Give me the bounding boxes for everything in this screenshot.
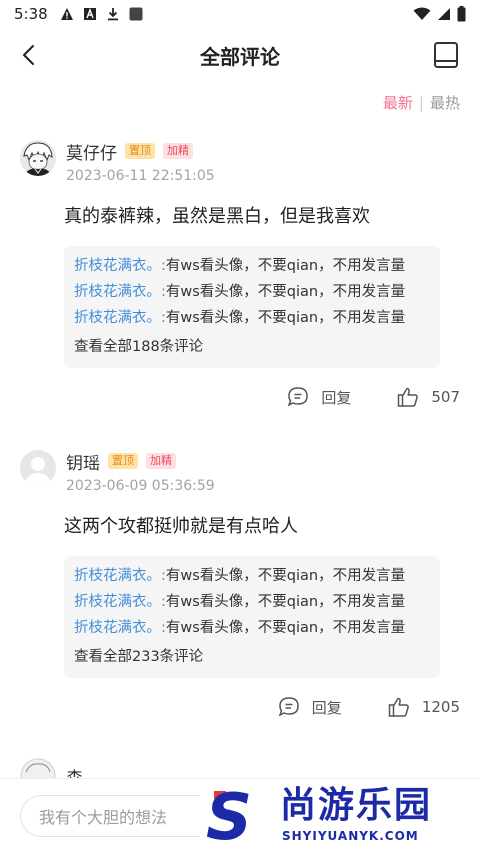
sort-newest-tab[interactable]: 最新 bbox=[383, 92, 413, 113]
reply-user-link[interactable]: 折枝花满衣。: bbox=[74, 258, 166, 274]
reply-text: 有ws看头像，不要qian，不用发言量 bbox=[165, 284, 406, 300]
warning-icon bbox=[60, 8, 73, 20]
sort-hottest-tab[interactable]: 最热 bbox=[430, 92, 460, 113]
comment-text: 这两个攻都挺帅就是有点哈人 bbox=[64, 516, 298, 537]
user-name[interactable]: 钥瑶 bbox=[66, 449, 100, 474]
wifi-icon bbox=[413, 7, 431, 20]
app-square-icon bbox=[129, 7, 143, 21]
comment-meta: 钥瑶 置顶 加精 2023-06-09 05:36:59 bbox=[66, 450, 215, 494]
avatar[interactable] bbox=[20, 450, 56, 486]
comment-header: 钥瑶 置顶 加精 2023-06-09 05:36:59 bbox=[20, 450, 215, 494]
reply-user-link[interactable]: 折枝花满衣。: bbox=[74, 620, 166, 636]
reply-preview-box[interactable]: 折枝花满衣。:有ws看头像，不要qian，不用发言量 折枝花满衣。:有ws看头像… bbox=[64, 556, 440, 678]
pinned-badge: 置顶 bbox=[108, 453, 138, 469]
thumbs-up-icon bbox=[388, 697, 409, 717]
reply-user-link[interactable]: 折枝花满衣。: bbox=[74, 284, 166, 300]
nav-bar: 全部评论 bbox=[0, 28, 480, 82]
book-icon bbox=[434, 42, 458, 68]
view-all-replies-link[interactable]: 查看全部188条评论 bbox=[74, 333, 430, 361]
thumbs-up-icon bbox=[398, 387, 419, 407]
reply-line: 折枝花满衣。:有ws看头像，不要qian，不用发言量 bbox=[74, 589, 430, 615]
comment-actions: 回复 507 bbox=[287, 386, 460, 408]
reply-button[interactable]: 回复 bbox=[278, 696, 342, 718]
system-icons bbox=[413, 6, 466, 22]
battery-icon bbox=[457, 6, 466, 22]
reply-text: 有ws看头像，不要qian，不用发言量 bbox=[165, 568, 406, 584]
sort-separator: | bbox=[418, 93, 424, 112]
reply-text: 有ws看头像，不要qian，不用发言量 bbox=[165, 310, 406, 326]
reply-label: 回复 bbox=[321, 388, 352, 407]
comment-icon bbox=[278, 697, 299, 717]
download-icon bbox=[107, 8, 118, 21]
avatar[interactable] bbox=[20, 140, 56, 176]
reply-label: 回复 bbox=[311, 698, 342, 717]
reply-user-link[interactable]: 折枝花满衣。: bbox=[74, 310, 166, 326]
reply-line: 折枝花满衣。:有ws看头像，不要qian，不用发言量 bbox=[74, 253, 430, 279]
like-button[interactable]: 1205 bbox=[388, 696, 460, 718]
comment-time: 2023-06-11 22:51:05 bbox=[66, 168, 215, 184]
user-name[interactable]: 莫仔仔 bbox=[66, 139, 117, 164]
like-button[interactable]: 507 bbox=[397, 386, 460, 408]
back-button[interactable] bbox=[14, 40, 44, 70]
page-title: 全部评论 bbox=[200, 44, 280, 69]
featured-badge: 加精 bbox=[163, 143, 193, 159]
comment-time: 2023-06-09 05:36:59 bbox=[66, 478, 215, 494]
comment-text: 真的泰裤辣，虽然是黑白，但是我喜欢 bbox=[64, 206, 370, 227]
reply-user-link[interactable]: 折枝花满衣。: bbox=[74, 594, 166, 610]
pinned-badge: 置顶 bbox=[125, 143, 155, 159]
reply-line: 折枝花满衣。:有ws看头像，不要qian，不用发言量 bbox=[74, 305, 430, 331]
comment-actions: 回复 1205 bbox=[278, 696, 460, 718]
watermark-letter: S bbox=[206, 781, 253, 854]
comment-input-bar: 我有个大胆的想法 S 尚游乐园 SHYIYUANYK.COM bbox=[0, 779, 480, 854]
comment-item: 钥瑶 置顶 加精 2023-06-09 05:36:59 这两个攻都挺帅就是有点… bbox=[0, 450, 480, 730]
comment-item: 莫仔仔 置顶 加精 2023-06-11 22:51:05 真的泰裤辣，虽然是黑… bbox=[0, 140, 480, 420]
watermark-name: 尚游乐园 bbox=[280, 785, 433, 826]
reply-text: 有ws看头像，不要qian，不用发言量 bbox=[165, 258, 406, 274]
app-a-icon bbox=[83, 8, 96, 20]
featured-badge: 加精 bbox=[146, 453, 176, 469]
sort-toggle: 最新 | 最热 bbox=[383, 92, 460, 113]
reply-preview-box[interactable]: 折枝花满衣。:有ws看头像，不要qian，不用发言量 折枝花满衣。:有ws看头像… bbox=[64, 246, 440, 368]
notification-icons bbox=[60, 7, 143, 21]
comment-header: 莫仔仔 置顶 加精 2023-06-11 22:51:05 bbox=[20, 140, 215, 184]
watermark-url: SHYIYUANYK.COM bbox=[282, 829, 419, 843]
watermark-logo: S 尚游乐园 SHYIYUANYK.COM bbox=[200, 785, 480, 851]
back-arrow-icon bbox=[23, 45, 34, 65]
like-count: 507 bbox=[431, 388, 460, 406]
reply-user-link[interactable]: 折枝花满衣。: bbox=[74, 568, 166, 584]
reply-button[interactable]: 回复 bbox=[287, 386, 351, 408]
like-count: 1205 bbox=[421, 698, 460, 716]
reply-text: 有ws看头像，不要qian，不用发言量 bbox=[165, 620, 406, 636]
comment-icon bbox=[287, 387, 309, 407]
comment-meta: 莫仔仔 置顶 加精 2023-06-11 22:51:05 bbox=[66, 140, 215, 184]
default-avatar-icon bbox=[20, 450, 56, 486]
view-all-replies-link[interactable]: 查看全部233条评论 bbox=[74, 643, 430, 671]
reply-text: 有ws看头像，不要qian，不用发言量 bbox=[165, 594, 406, 610]
anime-avatar-icon bbox=[20, 140, 56, 176]
book-button[interactable] bbox=[432, 40, 460, 70]
status-bar: 5:38 bbox=[0, 0, 480, 28]
reply-line: 折枝花满衣。:有ws看头像，不要qian，不用发言量 bbox=[74, 563, 430, 589]
status-time: 5:38 bbox=[14, 5, 48, 23]
signal-icon bbox=[438, 8, 450, 20]
reply-line: 折枝花满衣。:有ws看头像，不要qian，不用发言量 bbox=[74, 615, 430, 641]
reply-line: 折枝花满衣。:有ws看头像，不要qian，不用发言量 bbox=[74, 279, 430, 305]
